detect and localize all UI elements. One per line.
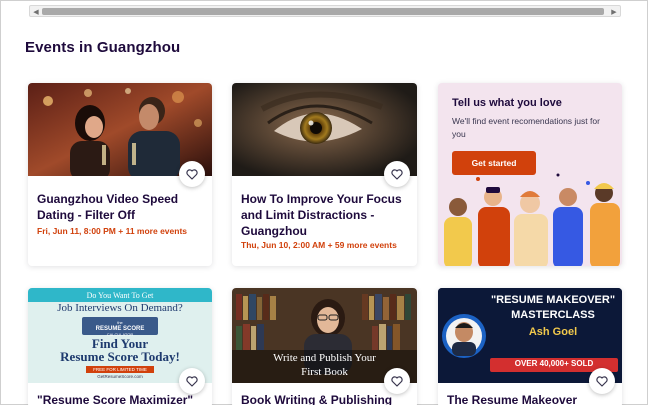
event-image-resume-makeover: "RESUME MAKEOVER" MASTERCLASS Ash Goel O… [438, 288, 622, 383]
promo-text: We'll find event recomendations just for… [452, 116, 600, 139]
makeover-host: Ash Goel [528, 326, 578, 338]
favorite-button[interactable] [179, 161, 205, 187]
event-title[interactable]: Guangzhou Video Speed Dating - Filter Of… [37, 191, 204, 223]
event-image-book-writing: Write and Publish Your First Book [232, 288, 417, 383]
heart-icon [186, 168, 198, 180]
resume-score-badge: the RESUME SCORE CALCULATOR [82, 317, 158, 337]
recommendation-promo-card: Tell us what you love We'll find event r… [438, 83, 622, 266]
heart-icon [391, 168, 403, 180]
heart-icon [391, 375, 403, 387]
resume-free-banner: FREE FOR LIMITED TIME [86, 366, 154, 373]
event-date: Thu, Jun 10, 2:00 AM + 59 more events [241, 240, 397, 250]
makeover-subtitle: MASTERCLASS [511, 309, 595, 321]
favorite-button[interactable] [589, 368, 615, 394]
event-card-book-writing[interactable]: Write and Publish Your First Book Book W… [232, 288, 417, 405]
book-headline-1: Write and Publish Your [273, 352, 376, 364]
favorite-button[interactable] [179, 368, 205, 394]
horizontal-scrollbar[interactable]: ◀ ▶ [29, 5, 621, 17]
resume-headline-1: Do You Want To Get [86, 291, 154, 300]
event-card-speed-dating[interactable]: Guangzhou Video Speed Dating - Filter Of… [28, 83, 212, 266]
people-illustration [444, 173, 620, 266]
makeover-title: "RESUME MAKEOVER" [490, 294, 616, 306]
scroll-right-arrow-icon[interactable]: ▶ [609, 7, 619, 17]
heart-icon [186, 375, 198, 387]
event-card-resume-makeover[interactable]: "RESUME MAKEOVER" MASTERCLASS Ash Goel O… [438, 288, 622, 405]
event-title[interactable]: "Resume Score Maximizer" — [37, 392, 204, 405]
event-title[interactable]: Book Writing & Publishing [241, 392, 409, 405]
section-title: Events in Guangzhou [25, 39, 181, 56]
resume-headline-2: Job Interviews On Demand? [57, 302, 183, 314]
event-card-focus[interactable]: How To Improve Your Focus and Limit Dist… [232, 83, 417, 266]
makeover-sold-banner: OVER 40,000+ SOLD [514, 359, 594, 368]
heart-icon [596, 375, 608, 387]
scrollbar-thumb[interactable] [42, 8, 604, 15]
event-title[interactable]: The Resume Makeover [447, 392, 614, 405]
resume-headline-4: Resume Score Today! [60, 349, 180, 364]
event-image-resume-score: Do You Want To Get Job Interviews On Dem… [28, 288, 212, 383]
favorite-button[interactable] [384, 368, 410, 394]
event-title[interactable]: How To Improve Your Focus and Limit Dist… [241, 191, 409, 239]
event-date: Fri, Jun 11, 8:00 PM + 11 more events [37, 226, 188, 236]
scroll-left-arrow-icon[interactable]: ◀ [31, 7, 41, 17]
promo-title: Tell us what you love [452, 97, 562, 109]
event-card-resume-score[interactable]: Do You Want To Get Job Interviews On Dem… [28, 288, 212, 405]
favorite-button[interactable] [384, 161, 410, 187]
